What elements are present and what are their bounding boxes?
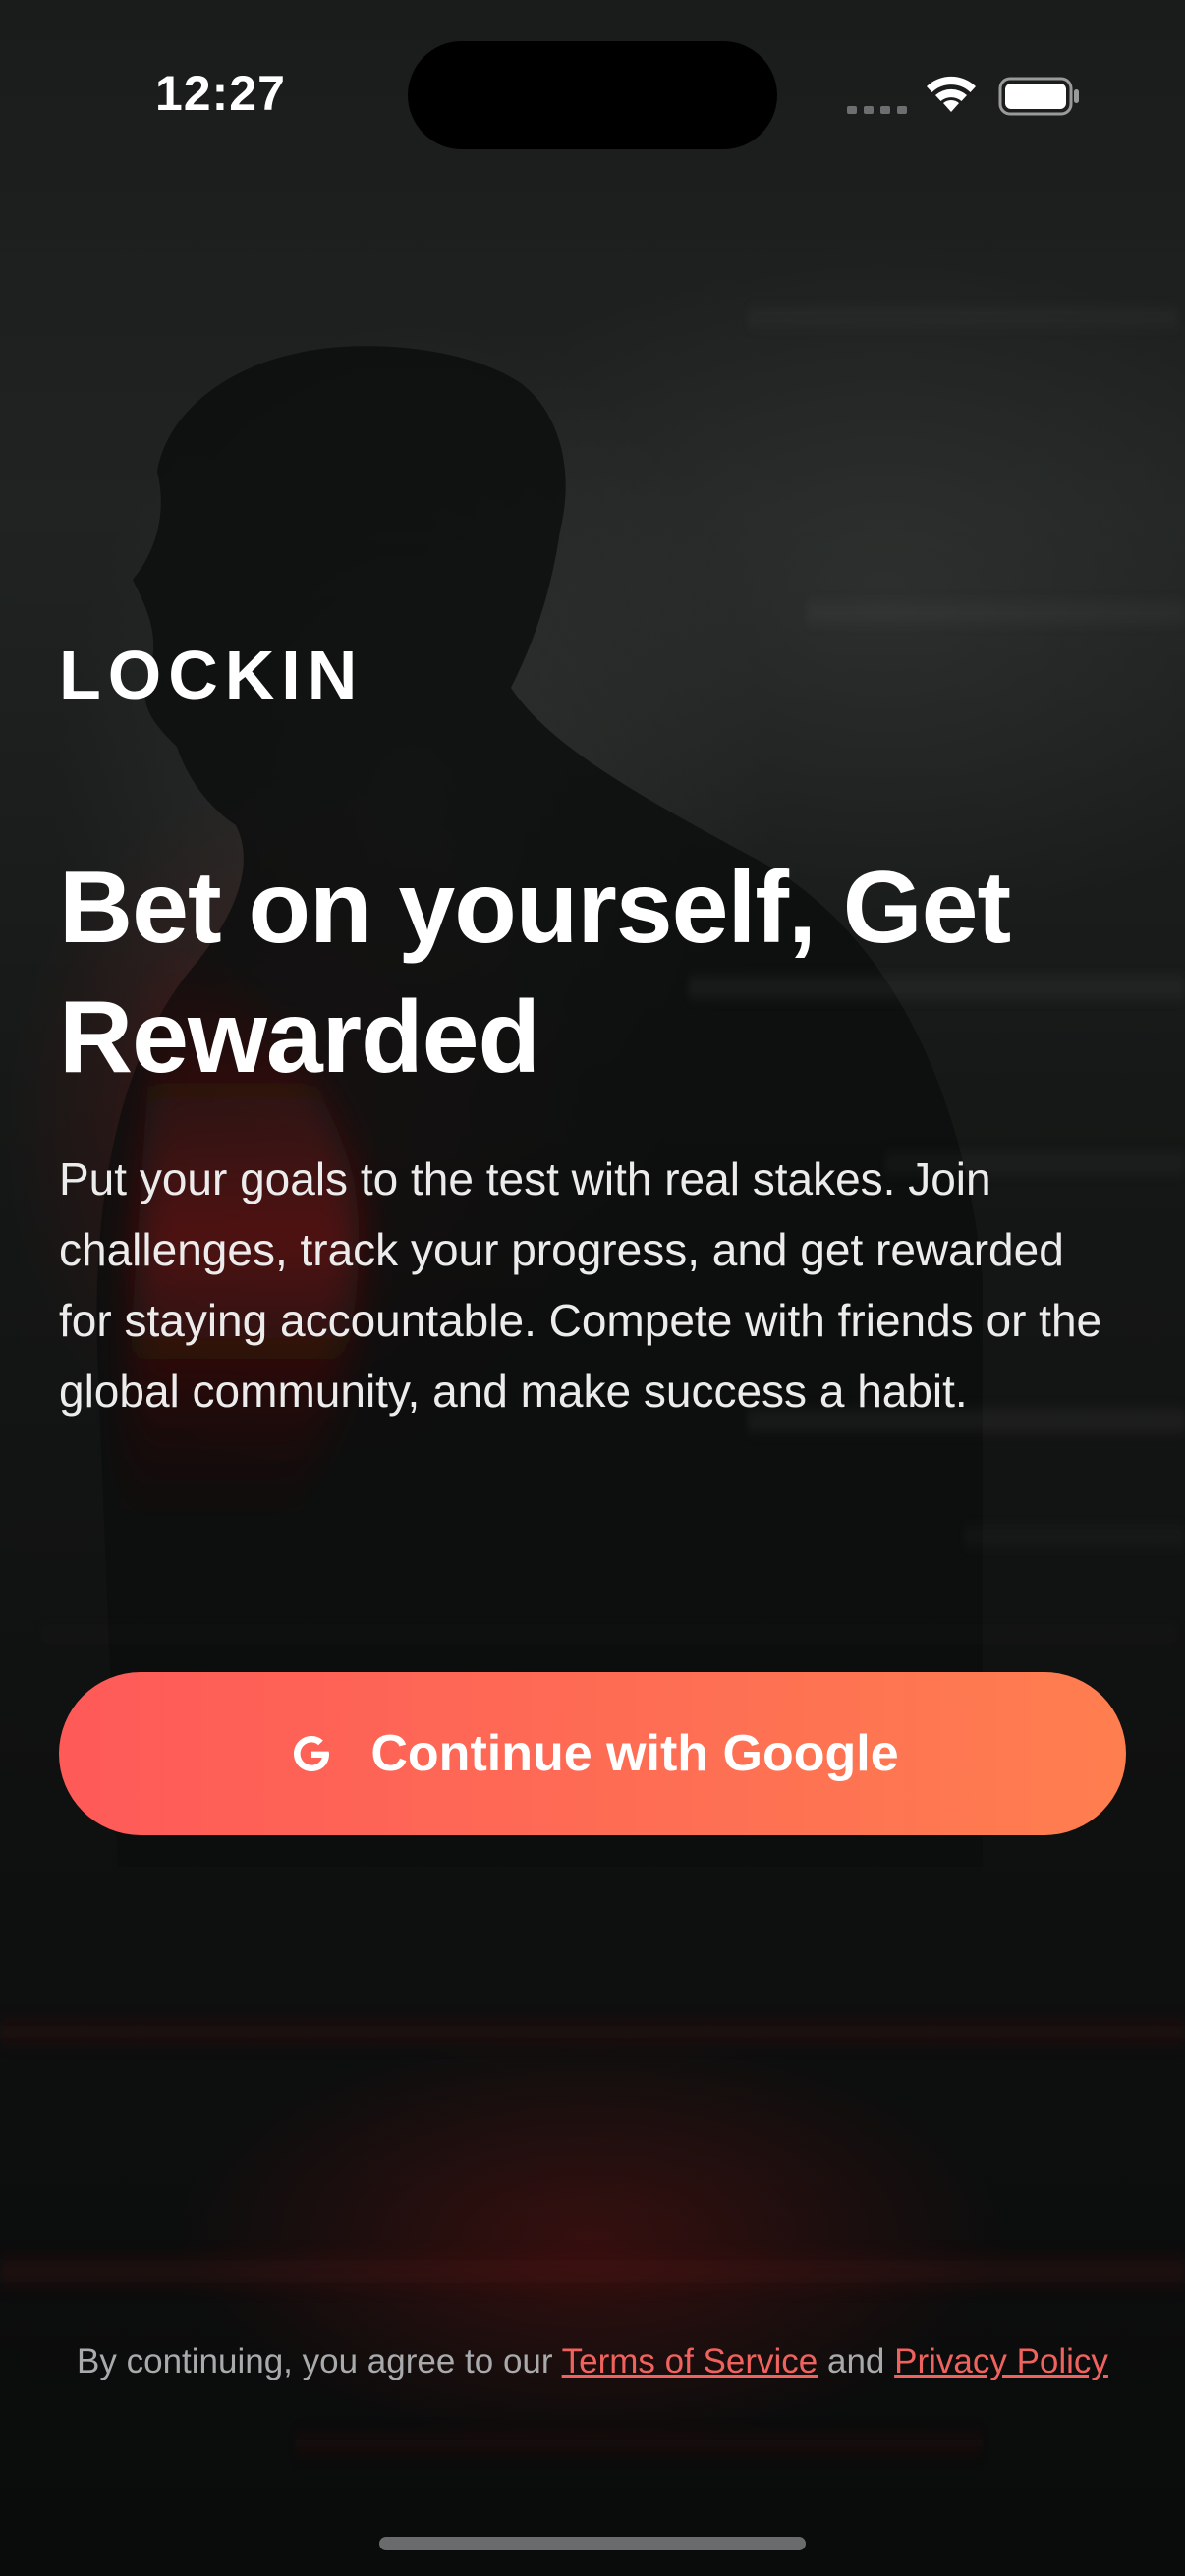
status-bar: 12:27 bbox=[0, 0, 1185, 196]
status-time: 12:27 bbox=[155, 66, 286, 121]
wifi-icon bbox=[927, 76, 976, 112]
legal-disclaimer: By continuing, you agree to our Terms of… bbox=[59, 2340, 1126, 2383]
brand-logo-text: LOCKIN bbox=[59, 637, 365, 713]
terms-of-service-link[interactable]: Terms of Service bbox=[562, 2342, 818, 2380]
person-silhouette bbox=[96, 346, 984, 1868]
login-screen: 12:27 LOCKIN Bet on yourself, Get Reward… bbox=[0, 0, 1185, 2576]
battery-icon bbox=[998, 77, 1079, 116]
google-g-icon bbox=[294, 1736, 330, 1771]
home-indicator[interactable] bbox=[379, 2537, 806, 2550]
continue-with-google-label: Continue with Google bbox=[370, 1725, 899, 1782]
dynamic-island bbox=[408, 41, 777, 149]
legal-prefix-text: By continuing, you agree to our bbox=[77, 2342, 562, 2380]
legal-conjunction-text: and bbox=[818, 2342, 895, 2380]
cellular-signal-icon bbox=[847, 106, 907, 114]
page-title: Bet on yourself, Get Rewarded bbox=[59, 851, 1011, 1094]
continue-with-google-button[interactable]: Continue with Google bbox=[59, 1672, 1126, 1835]
privacy-policy-link[interactable]: Privacy Policy bbox=[894, 2342, 1108, 2380]
hero-description: Put your goals to the test with real sta… bbox=[59, 1153, 1102, 1417]
